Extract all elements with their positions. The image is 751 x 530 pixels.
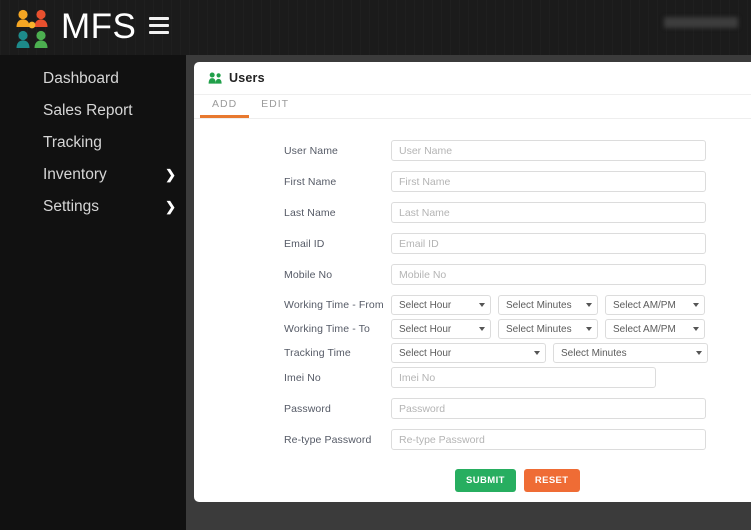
control-group: [391, 367, 656, 388]
form-row-mobile-no: Mobile No: [194, 264, 751, 285]
control-group: [391, 171, 706, 192]
submit-button[interactable]: SUBMIT: [455, 469, 516, 492]
mfs-people-logo-icon: [16, 9, 48, 48]
control-group: [391, 429, 706, 450]
user-name-input[interactable]: [391, 140, 706, 161]
hamburger-icon[interactable]: [149, 17, 169, 34]
chevron-down-icon: [586, 303, 592, 307]
chevron-down-icon: [479, 327, 485, 331]
chevron-down-icon: [586, 327, 592, 331]
working-time-from-minutes-select[interactable]: Select Minutes: [498, 295, 598, 315]
sidebar-item-sales-report[interactable]: Sales Report: [0, 95, 186, 127]
label-email-id: Email ID: [284, 237, 325, 250]
label-mobile-no: Mobile No: [284, 268, 333, 281]
email-id-input[interactable]: [391, 233, 706, 254]
working-time-from-hour-select[interactable]: Select Hour: [391, 295, 491, 315]
tracking-time-hour-select[interactable]: Select Hour: [391, 343, 546, 363]
form-row-user-name: User Name: [194, 140, 751, 161]
panel-title: Users: [229, 71, 265, 85]
form-row-working-time-from: Working Time - From Select Hour Select M…: [194, 295, 751, 315]
sidebar-item-label: Tracking: [43, 134, 102, 151]
panel-header: Users: [194, 62, 751, 95]
hamburger-bar: [149, 31, 169, 34]
chevron-right-icon: ❯: [165, 167, 176, 182]
chevron-down-icon: [696, 351, 702, 355]
label-first-name: First Name: [284, 175, 337, 188]
last-name-input[interactable]: [391, 202, 706, 223]
chevron-down-icon: [693, 303, 699, 307]
chevron-down-icon: [534, 351, 540, 355]
label-user-name: User Name: [284, 144, 338, 157]
working-time-to-minutes-select[interactable]: Select Minutes: [498, 319, 598, 339]
select-value: Select Minutes: [506, 299, 572, 311]
form-row-password: Password: [194, 398, 751, 419]
control-group: [391, 233, 706, 254]
sidebar-item-label: Dashboard: [43, 70, 119, 87]
password-input[interactable]: [391, 398, 706, 419]
tab-add[interactable]: ADD: [200, 95, 250, 118]
panel-tabs: ADD EDIT: [194, 95, 751, 119]
chevron-down-icon: [479, 303, 485, 307]
first-name-input[interactable]: [391, 171, 706, 192]
control-group: Select Hour Select Minutes Select AM/PM: [391, 295, 705, 315]
select-value: Select Minutes: [506, 323, 572, 335]
brand[interactable]: MFS: [10, 6, 136, 48]
reset-button[interactable]: RESET: [523, 469, 580, 492]
label-retype-password: Re-type Password: [284, 433, 372, 446]
working-time-to-hour-select[interactable]: Select Hour: [391, 319, 491, 339]
working-time-from-ampm-select[interactable]: Select AM/PM: [605, 295, 705, 315]
select-value: Select AM/PM: [613, 299, 676, 311]
sidebar-item-dashboard[interactable]: Dashboard: [0, 63, 186, 95]
control-group: [391, 202, 706, 223]
select-value: Select Hour: [399, 347, 452, 359]
sidebar-item-label: Settings: [43, 198, 100, 215]
add-user-form: User Name First Name Last Name: [194, 119, 751, 492]
sidebar-item-tracking[interactable]: Tracking: [0, 127, 186, 159]
label-imei-no: Imei No: [284, 371, 321, 384]
retype-password-input[interactable]: [391, 429, 706, 450]
select-value: Select Hour: [399, 299, 452, 311]
user-account-label[interactable]: [664, 17, 738, 28]
form-row-working-time-to: Working Time - To Select Hour Select Min…: [194, 319, 751, 339]
form-row-email-id: Email ID: [194, 233, 751, 254]
tracking-time-minutes-select[interactable]: Select Minutes: [553, 343, 708, 363]
form-row-tracking-time: Tracking Time Select Hour Select Minutes: [194, 343, 751, 363]
chevron-right-icon: ❯: [165, 199, 176, 214]
label-last-name: Last Name: [284, 206, 336, 219]
control-group: Select Hour Select Minutes: [391, 343, 708, 363]
control-group: [391, 140, 706, 161]
form-row-last-name: Last Name: [194, 202, 751, 223]
form-row-retype-password: Re-type Password: [194, 429, 751, 450]
form-row-first-name: First Name: [194, 171, 751, 192]
control-group: [391, 398, 706, 419]
select-value: Select Hour: [399, 323, 452, 335]
label-tracking-time: Tracking Time: [284, 347, 351, 359]
sidebar-item-label: Sales Report: [43, 102, 133, 119]
users-icon: [208, 72, 222, 84]
working-time-to-ampm-select[interactable]: Select AM/PM: [605, 319, 705, 339]
select-value: Select AM/PM: [613, 323, 676, 335]
top-header-bar: MFS: [0, 0, 751, 55]
label-working-time-from: Working Time - From: [284, 299, 384, 311]
form-actions: SUBMIT RESET: [194, 469, 751, 492]
app-root: MFS Dashboard Sales Report Tracking Inve…: [0, 0, 751, 530]
control-group: Select Hour Select Minutes Select AM/PM: [391, 319, 705, 339]
chevron-down-icon: [693, 327, 699, 331]
hamburger-bar: [149, 17, 169, 20]
sidebar-item-label: Inventory: [43, 166, 107, 183]
label-working-time-to: Working Time - To: [284, 323, 370, 335]
control-group: [391, 264, 706, 285]
tab-edit[interactable]: EDIT: [249, 95, 301, 118]
select-value: Select Minutes: [561, 347, 627, 359]
form-row-imei-no: Imei No: [194, 367, 751, 388]
hamburger-bar: [149, 24, 169, 27]
imei-no-input[interactable]: [391, 367, 656, 388]
sidebar-nav: Dashboard Sales Report Tracking Inventor…: [0, 55, 186, 530]
label-password: Password: [284, 402, 331, 415]
mobile-no-input[interactable]: [391, 264, 706, 285]
brand-title: MFS: [61, 7, 137, 46]
users-panel: Users ADD EDIT User Name First Name: [194, 62, 751, 502]
sidebar-item-inventory[interactable]: Inventory ❯: [0, 159, 186, 191]
sidebar-item-settings[interactable]: Settings ❯: [0, 191, 186, 223]
